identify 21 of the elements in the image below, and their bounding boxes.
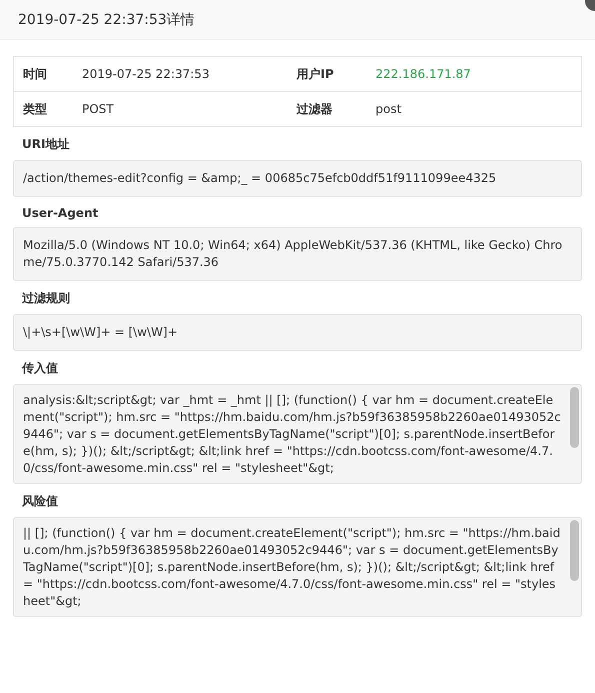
field-value: POST xyxy=(82,102,115,116)
field-value: post xyxy=(376,102,402,116)
scrollbar-thumb[interactable] xyxy=(570,387,579,448)
value-field: \|+\s+[\w\W]+ = [\w\W]+ xyxy=(13,314,582,351)
value-textarea: analysis:&lt;script&gt; var _hmt = _hmt || []; (function() { var hm = document.createElement("script"); hm.src = "https://hm.baidu.com/hm.js?b59f36385958b2260ae01493052c9446"; var s = document.getElementsByTagName("script")[0]; s.parentNode.insertBefore(hm, s); })(); &lt;/script&gt; &lt;link href = "https://cdn.bootcss.com/font-awesome/4.7.0/css/font-awesome.min.css" rel = "stylesheet"&gt; xyxy=(13,384,582,484)
scrollbar-thumb[interactable] xyxy=(570,520,579,581)
dialog-title: 2019-07-25 22:37:53详情 xyxy=(18,10,195,28)
value-textarea: || []; (function() { var hm = document.createElement("script"); hm.src = "https://hm.baidu.com/hm.js?b59f36385958b2260ae01493052c9446"; var s = document.getElementsByTagName("script")[0]; s.parentNode.insertBefore(hm, s); })(); &lt;/script&gt; &lt;link href = "https://cdn.bootcss.com/font-awesome/4.7.0/css/font-awesome.min.css" rel = "stylesheet"&gt; xyxy=(13,517,582,617)
field-label: 过滤器 xyxy=(296,100,334,118)
value-field: Mozilla/5.0 (Windows NT 10.0; Win64; x64) AppleWebKit/537.36 (KHTML, like Gecko) Chrome/75.0.3770.142 Safari/537.36 xyxy=(13,227,582,281)
section-label: User-Agent xyxy=(21,205,100,222)
field-value: 222.186.171.87 xyxy=(376,67,472,81)
section-label: 过滤规则 xyxy=(21,290,71,307)
section-label: URI地址 xyxy=(21,136,70,153)
section-label: 传入值 xyxy=(20,360,59,377)
field-label: 时间 xyxy=(22,66,48,82)
field-label: 类型 xyxy=(22,100,48,118)
value-field: /action/themes-edit?config = &amp;_ = 00685c75efcb0ddf51f9111099ee4325 xyxy=(13,160,582,197)
field-label: 用户IP xyxy=(296,66,335,82)
section-label: 风险值 xyxy=(21,493,59,510)
field-value: 2019-07-25 22:37:53 xyxy=(82,67,210,81)
